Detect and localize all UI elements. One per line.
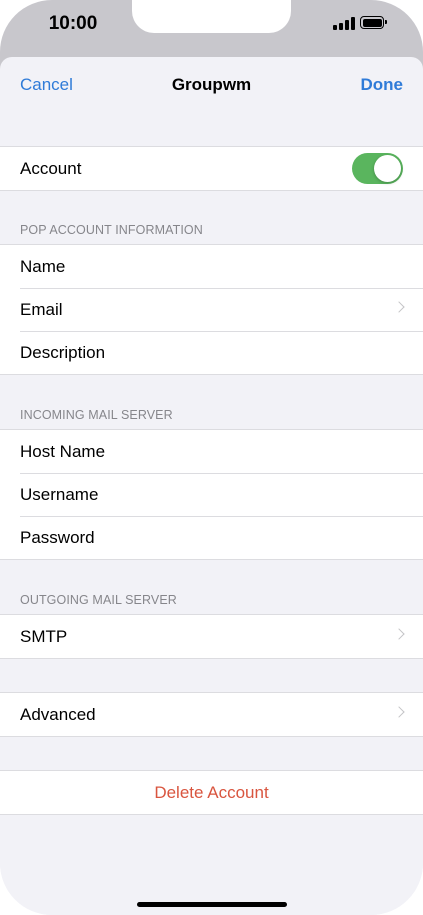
toggle-knob (374, 155, 401, 182)
password-label: Password (20, 528, 95, 547)
account-toggle[interactable] (352, 153, 403, 184)
account-group: Account (0, 146, 423, 191)
navigation-bar: Cancel Groupwm Done (0, 57, 423, 113)
description-label: Description (20, 343, 106, 362)
incoming-section-header: INCOMING MAIL SERVER (20, 408, 173, 422)
email-label: Email (20, 300, 63, 319)
name-label: Name (20, 257, 66, 276)
done-button[interactable]: Done (361, 75, 404, 95)
advanced-row[interactable]: Advanced (0, 693, 423, 736)
delete-account-button[interactable]: Delete Account (0, 771, 423, 814)
host-name-row[interactable]: Host Name (0, 430, 423, 473)
outgoing-server-group: SMTP (0, 614, 423, 659)
battery-icon (360, 16, 387, 29)
username-label: Username (20, 485, 99, 504)
host-name-label: Host Name (20, 442, 106, 461)
delete-account-label: Delete Account (154, 783, 269, 802)
account-row: Account (0, 147, 423, 190)
description-row[interactable]: Description (0, 331, 423, 374)
chevron-right-icon (393, 301, 405, 313)
advanced-label: Advanced (20, 705, 96, 724)
home-indicator[interactable] (137, 902, 287, 907)
smtp-label: SMTP (20, 627, 68, 646)
notch (132, 0, 291, 33)
advanced-group: Advanced (0, 692, 423, 737)
status-time: 10:00 (48, 13, 98, 34)
chevron-right-icon (393, 628, 405, 640)
incoming-server-group: Host Name Username Password (0, 429, 423, 560)
email-row[interactable]: Email (0, 288, 423, 331)
name-row[interactable]: Name (0, 245, 423, 288)
pop-account-group: Name Email Description (0, 244, 423, 375)
password-row[interactable]: Password (0, 516, 423, 559)
cellular-signal-icon (333, 17, 355, 30)
phone-screen: 10:00 Cancel Groupwm Done Account POP AC… (0, 0, 423, 915)
account-label: Account (20, 159, 82, 178)
smtp-row[interactable]: SMTP (0, 615, 423, 658)
outgoing-section-header: OUTGOING MAIL SERVER (20, 593, 177, 607)
pop-section-header: POP ACCOUNT INFORMATION (20, 223, 203, 237)
delete-account-group: Delete Account (0, 770, 423, 815)
account-settings-sheet: Cancel Groupwm Done Account POP ACCOUNT … (0, 57, 423, 915)
username-row[interactable]: Username (0, 473, 423, 516)
chevron-right-icon (393, 706, 405, 718)
